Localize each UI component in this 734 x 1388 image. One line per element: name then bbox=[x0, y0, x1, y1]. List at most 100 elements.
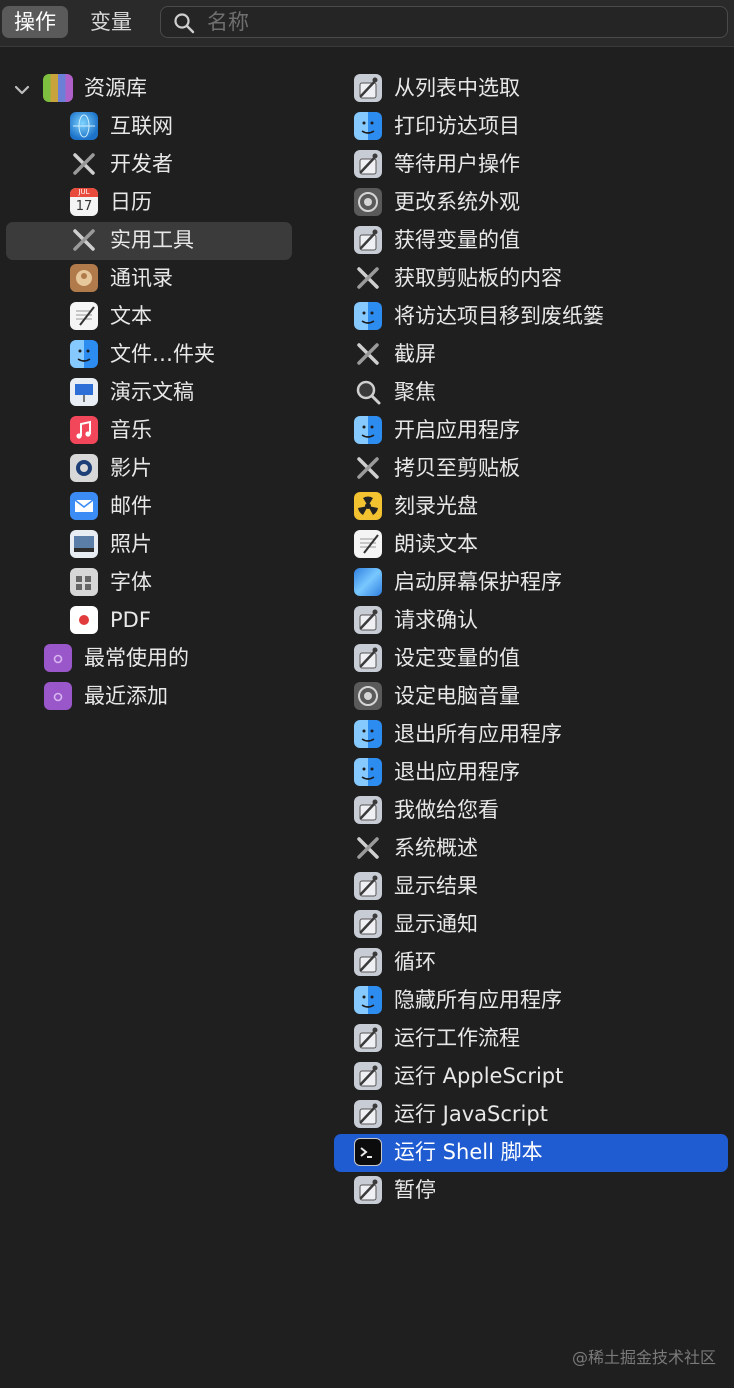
action-item-label: 循环 bbox=[394, 950, 436, 974]
library-item[interactable]: 实用工具 bbox=[68, 222, 288, 258]
automator-icon bbox=[354, 150, 382, 178]
action-item[interactable]: 等待用户操作 bbox=[352, 146, 722, 182]
library-item-label: 互联网 bbox=[110, 114, 173, 138]
action-item[interactable]: 打印访达项目 bbox=[352, 108, 722, 144]
library-item[interactable]: PDF bbox=[68, 602, 288, 638]
library-item[interactable]: 影片 bbox=[68, 450, 288, 486]
action-item[interactable]: 运行工作流程 bbox=[352, 1020, 722, 1056]
library-item[interactable]: 开发者 bbox=[68, 146, 288, 182]
library-root[interactable]: 资源库 bbox=[40, 70, 290, 106]
action-item-label: 将访达项目移到废纸篓 bbox=[394, 304, 604, 328]
library-item[interactable]: JUL 17 日历 bbox=[68, 184, 288, 220]
finder-icon bbox=[354, 720, 382, 748]
library-item-label: 字体 bbox=[110, 570, 152, 594]
action-item[interactable]: 系统概述 bbox=[352, 830, 722, 866]
action-item[interactable]: 朗读文本 bbox=[352, 526, 722, 562]
action-item[interactable]: 获取剪贴板的内容 bbox=[352, 260, 722, 296]
library-item[interactable]: 字体 bbox=[68, 564, 288, 600]
automator-icon bbox=[354, 796, 382, 824]
finder-icon bbox=[354, 986, 382, 1014]
action-item[interactable]: 拷贝至剪贴板 bbox=[352, 450, 722, 486]
library-item[interactable]: 通讯录 bbox=[68, 260, 288, 296]
action-item[interactable]: 开启应用程序 bbox=[352, 412, 722, 448]
toolbar-divider bbox=[0, 46, 734, 47]
automator-icon bbox=[354, 1176, 382, 1204]
action-item-label: 拷贝至剪贴板 bbox=[394, 456, 520, 480]
action-item[interactable]: 隐藏所有应用程序 bbox=[352, 982, 722, 1018]
action-item[interactable]: 刻录光盘 bbox=[352, 488, 722, 524]
library-item[interactable]: 音乐 bbox=[68, 412, 288, 448]
photos-icon bbox=[70, 530, 98, 558]
globe-icon bbox=[70, 112, 98, 140]
tools-icon bbox=[354, 834, 382, 862]
tab-variables[interactable]: 变量 bbox=[78, 6, 144, 38]
system-preferences-icon bbox=[354, 188, 382, 216]
keynote-icon bbox=[70, 378, 98, 406]
action-item-label: 打印访达项目 bbox=[394, 114, 520, 138]
action-item-label: 请求确认 bbox=[394, 608, 478, 632]
action-item-label: 启动屏幕保护程序 bbox=[394, 570, 562, 594]
library-smart-folder[interactable]: 最常使用的 bbox=[40, 640, 290, 676]
action-item-label: 运行 Shell 脚本 bbox=[394, 1140, 543, 1164]
library-item[interactable]: 邮件 bbox=[68, 488, 288, 524]
action-item[interactable]: 显示通知 bbox=[352, 906, 722, 942]
chevron-down-icon[interactable] bbox=[12, 80, 32, 100]
action-item[interactable]: 循环 bbox=[352, 944, 722, 980]
action-item-label: 隐藏所有应用程序 bbox=[394, 988, 562, 1012]
search-icon bbox=[174, 13, 195, 34]
action-item[interactable]: 设定变量的值 bbox=[352, 640, 722, 676]
search-input[interactable] bbox=[207, 7, 707, 37]
library-item-label: 影片 bbox=[110, 456, 152, 480]
screensaver-icon bbox=[354, 568, 382, 596]
automator-icon bbox=[354, 606, 382, 634]
contacts-icon bbox=[70, 264, 98, 292]
action-item[interactable]: 显示结果 bbox=[352, 868, 722, 904]
tools-icon bbox=[354, 454, 382, 482]
tools-icon bbox=[70, 150, 98, 178]
library-item-label: PDF bbox=[110, 608, 151, 632]
action-item-label: 截屏 bbox=[394, 342, 436, 366]
library-item[interactable]: 演示文稿 bbox=[68, 374, 288, 410]
action-item[interactable]: 运行 Shell 脚本 bbox=[352, 1134, 722, 1170]
action-item[interactable]: 更改系统外观 bbox=[352, 184, 722, 220]
action-item[interactable]: 退出所有应用程序 bbox=[352, 716, 722, 752]
action-item[interactable]: 截屏 bbox=[352, 336, 722, 372]
text-edit-icon bbox=[354, 530, 382, 558]
action-item[interactable]: 将访达项目移到废纸篓 bbox=[352, 298, 722, 334]
action-item-label: 系统概述 bbox=[394, 836, 478, 860]
calendar-month-text: JUL bbox=[70, 188, 98, 197]
library-smart-folder[interactable]: 最近添加 bbox=[40, 678, 290, 714]
font-book-icon bbox=[70, 568, 98, 596]
action-item[interactable]: 退出应用程序 bbox=[352, 754, 722, 790]
action-item-label: 暂停 bbox=[394, 1178, 436, 1202]
finder-icon bbox=[354, 416, 382, 444]
action-item[interactable]: 运行 AppleScript bbox=[352, 1058, 722, 1094]
action-item-label: 开启应用程序 bbox=[394, 418, 520, 442]
action-item[interactable]: 从列表中选取 bbox=[352, 70, 722, 106]
action-item[interactable]: 聚焦 bbox=[352, 374, 722, 410]
tab-actions[interactable]: 操作 bbox=[2, 6, 68, 38]
library-item[interactable]: 照片 bbox=[68, 526, 288, 562]
automator-icon bbox=[354, 1062, 382, 1090]
action-item-label: 获得变量的值 bbox=[394, 228, 520, 252]
finder-icon bbox=[354, 112, 382, 140]
system-preferences-icon bbox=[354, 682, 382, 710]
action-item-label: 朗读文本 bbox=[394, 532, 478, 556]
smart-folder-icon bbox=[44, 682, 72, 710]
library-item[interactable]: 文件…件夹 bbox=[68, 336, 288, 372]
action-item[interactable]: 启动屏幕保护程序 bbox=[352, 564, 722, 600]
action-item[interactable]: 设定电脑音量 bbox=[352, 678, 722, 714]
action-item[interactable]: 我做给您看 bbox=[352, 792, 722, 828]
action-item[interactable]: 暂停 bbox=[352, 1172, 722, 1208]
library-item-label: 开发者 bbox=[110, 152, 173, 176]
automator-icon bbox=[354, 226, 382, 254]
action-item-label: 运行工作流程 bbox=[394, 1026, 520, 1050]
action-item[interactable]: 获得变量的值 bbox=[352, 222, 722, 258]
library-item-label: 日历 bbox=[110, 190, 152, 214]
action-item[interactable]: 运行 JavaScript bbox=[352, 1096, 722, 1132]
library-item[interactable]: 互联网 bbox=[68, 108, 288, 144]
action-item[interactable]: 请求确认 bbox=[352, 602, 722, 638]
search-field[interactable] bbox=[160, 6, 728, 38]
library-item[interactable]: 文本 bbox=[68, 298, 288, 334]
action-item-label: 等待用户操作 bbox=[394, 152, 520, 176]
